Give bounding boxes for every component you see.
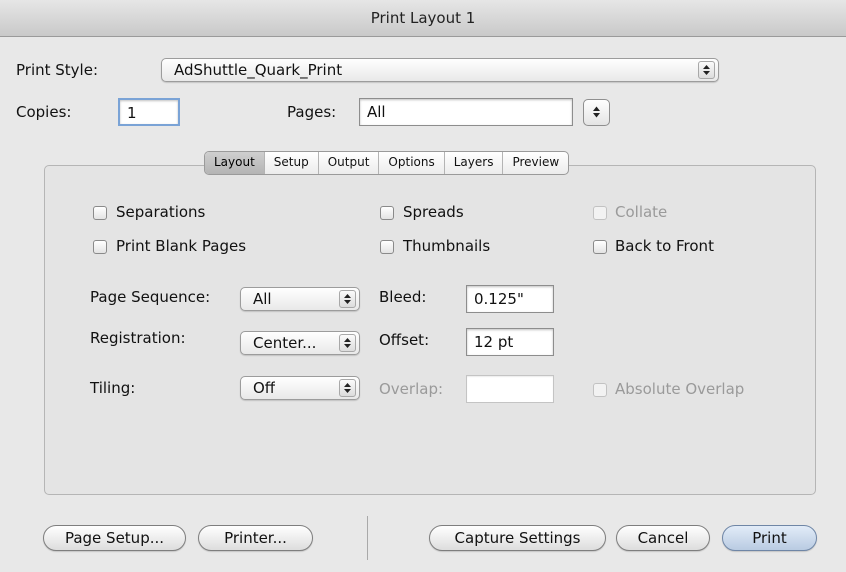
- thumbnails-checkbox[interactable]: [380, 240, 394, 254]
- separations-label: Separations: [116, 203, 206, 221]
- tiling-label: Tiling:: [90, 379, 136, 397]
- absolute-overlap-label: Absolute Overlap: [615, 380, 745, 398]
- print-dialog: Print Layout 1 Print Style: AdShuttle_Qu…: [0, 0, 846, 572]
- offset-label: Offset:: [379, 331, 430, 349]
- overlap-field[interactable]: [466, 375, 554, 403]
- button-divider: [367, 516, 368, 560]
- tab-preview[interactable]: Preview: [502, 152, 568, 174]
- offset-field[interactable]: 12 pt: [466, 328, 554, 356]
- tiling-value: Off: [253, 379, 276, 397]
- copies-field[interactable]: 1: [118, 98, 180, 126]
- tab-layout[interactable]: Layout: [205, 152, 264, 174]
- tab-setup[interactable]: Setup: [263, 152, 318, 174]
- popup-arrows-icon: [339, 334, 356, 352]
- page-sequence-label: Page Sequence:: [90, 288, 211, 306]
- separations-checkbox[interactable]: [93, 206, 107, 220]
- pages-label: Pages:: [287, 103, 337, 121]
- copies-label: Copies:: [16, 103, 72, 121]
- page-sequence-value: All: [253, 290, 272, 308]
- popup-arrows-icon: [339, 290, 356, 308]
- print-style-value: AdShuttle_Quark_Print: [174, 61, 343, 79]
- page-sequence-popup[interactable]: All: [240, 287, 360, 311]
- bleed-value: 0.125": [474, 290, 524, 308]
- spreads-checkbox[interactable]: [380, 206, 394, 220]
- print-blank-pages-checkbox[interactable]: [93, 240, 107, 254]
- pages-menu-button[interactable]: [583, 99, 610, 126]
- registration-label: Registration:: [90, 329, 186, 347]
- window-title: Print Layout 1: [0, 0, 846, 37]
- tab-layers[interactable]: Layers: [443, 152, 503, 174]
- popup-arrows-icon: [698, 61, 715, 79]
- collate-label: Collate: [615, 203, 668, 221]
- printer-button[interactable]: Printer...: [198, 525, 313, 551]
- print-style-popup[interactable]: AdShuttle_Quark_Print: [161, 58, 719, 82]
- popup-arrows-icon: [339, 379, 356, 397]
- bleed-label: Bleed:: [379, 288, 427, 306]
- pages-field[interactable]: All: [359, 98, 573, 126]
- page-setup-button[interactable]: Page Setup...: [43, 525, 186, 551]
- cancel-button[interactable]: Cancel: [616, 525, 710, 551]
- copies-value: 1: [127, 104, 137, 122]
- tiling-popup[interactable]: Off: [240, 376, 360, 400]
- tab-output[interactable]: Output: [317, 152, 379, 174]
- pages-value: All: [367, 103, 386, 121]
- overlap-label: Overlap:: [379, 380, 444, 398]
- capture-settings-button[interactable]: Capture Settings: [429, 525, 606, 551]
- registration-popup[interactable]: Center...: [240, 331, 360, 355]
- registration-value: Center...: [253, 334, 317, 352]
- collate-checkbox[interactable]: [593, 206, 607, 220]
- absolute-overlap-checkbox[interactable]: [593, 383, 607, 397]
- bleed-field[interactable]: 0.125": [466, 285, 554, 313]
- print-style-label: Print Style:: [16, 61, 99, 79]
- offset-value: 12 pt: [474, 333, 514, 351]
- back-to-front-label: Back to Front: [615, 237, 714, 255]
- back-to-front-checkbox[interactable]: [593, 240, 607, 254]
- spreads-label: Spreads: [403, 203, 464, 221]
- tab-options[interactable]: Options: [378, 152, 443, 174]
- print-button[interactable]: Print: [722, 525, 817, 551]
- thumbnails-label: Thumbnails: [403, 237, 491, 255]
- tab-bar: Layout Setup Output Options Layers Previ…: [204, 151, 570, 175]
- print-blank-pages-label: Print Blank Pages: [116, 237, 247, 255]
